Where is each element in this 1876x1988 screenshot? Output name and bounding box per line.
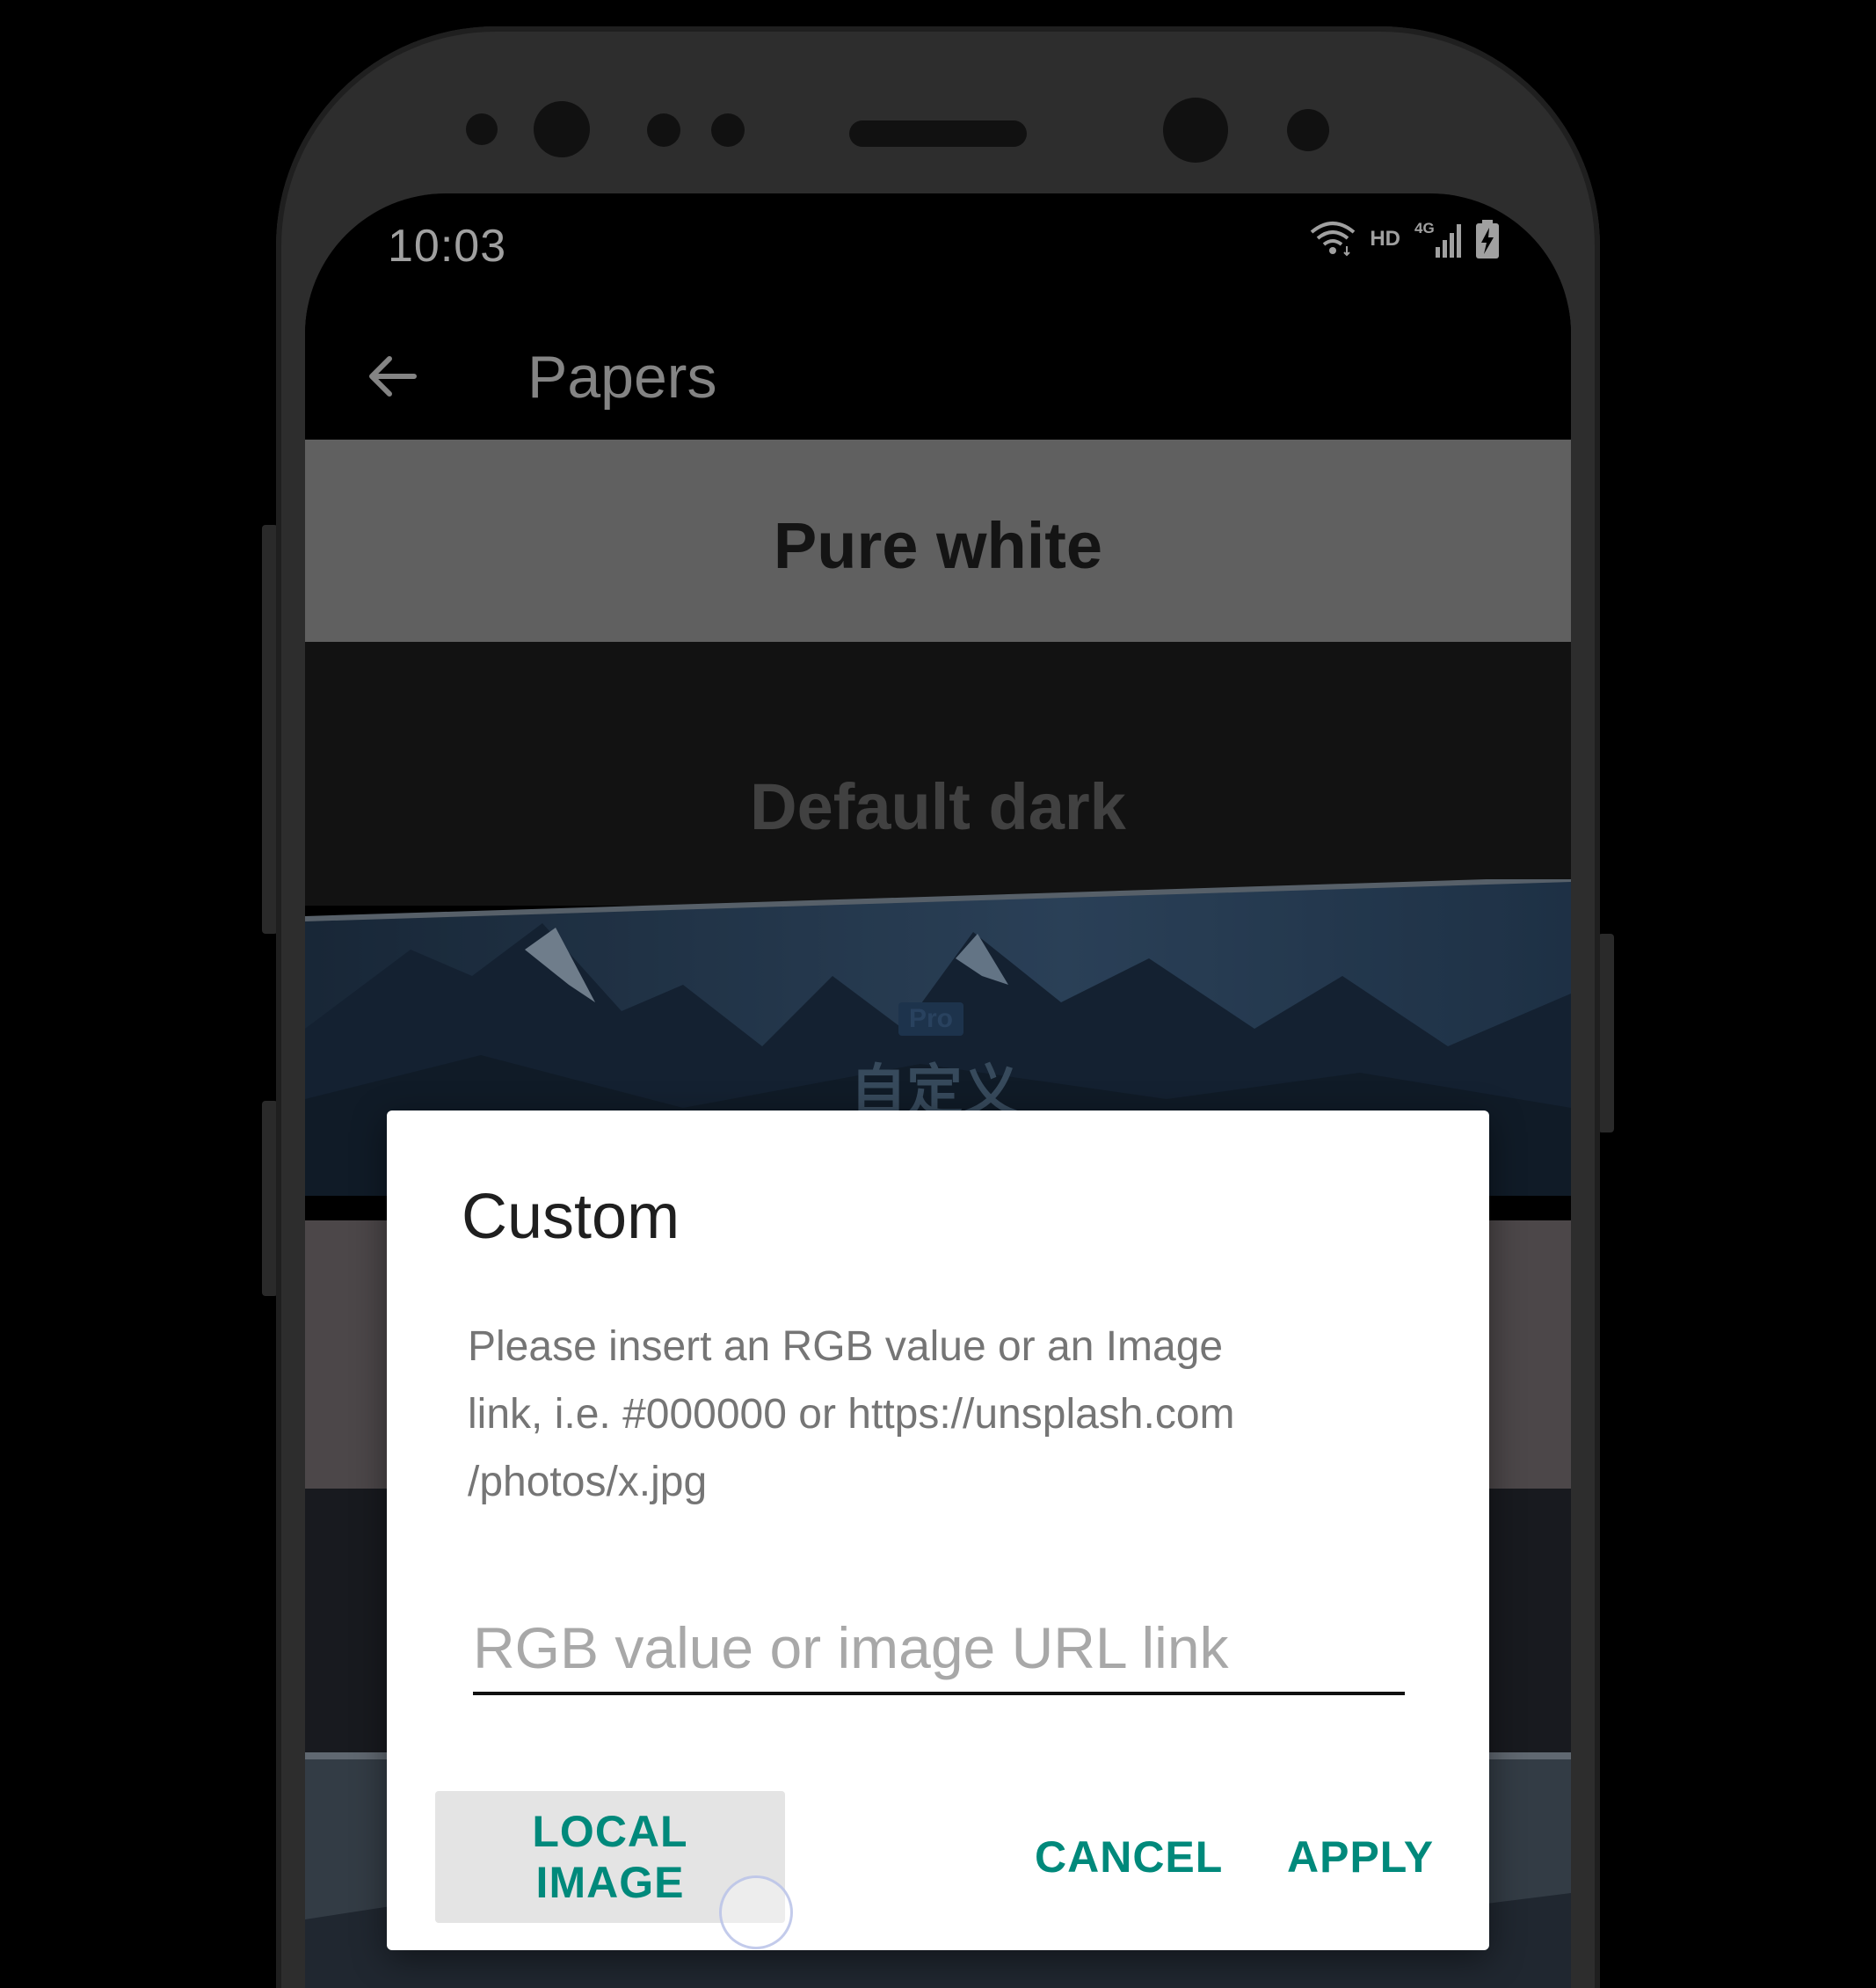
light-sensor — [647, 113, 680, 147]
touch-indicator — [719, 1875, 793, 1949]
dialog-message: Please insert an RGB value or an Image l… — [468, 1323, 1235, 1505]
iris-led — [711, 113, 745, 147]
dialog-title: Custom — [462, 1182, 680, 1252]
earpiece-speaker — [849, 120, 1027, 147]
power-button — [1598, 934, 1614, 1132]
stage: 10:03 HD 4G Papers Pure white Default da… — [0, 0, 1876, 1988]
rgb-or-url-input[interactable] — [473, 1616, 1405, 1695]
proximity-sensor — [466, 113, 498, 145]
iris-camera — [1163, 98, 1228, 163]
cancel-button[interactable]: CANCEL — [1014, 1791, 1244, 1923]
front-sensor — [1287, 109, 1329, 151]
apply-button[interactable]: APPLY — [1266, 1791, 1455, 1923]
custom-paper-dialog: Custom Please insert an RGB value or an … — [387, 1111, 1489, 1950]
front-camera — [534, 101, 590, 157]
